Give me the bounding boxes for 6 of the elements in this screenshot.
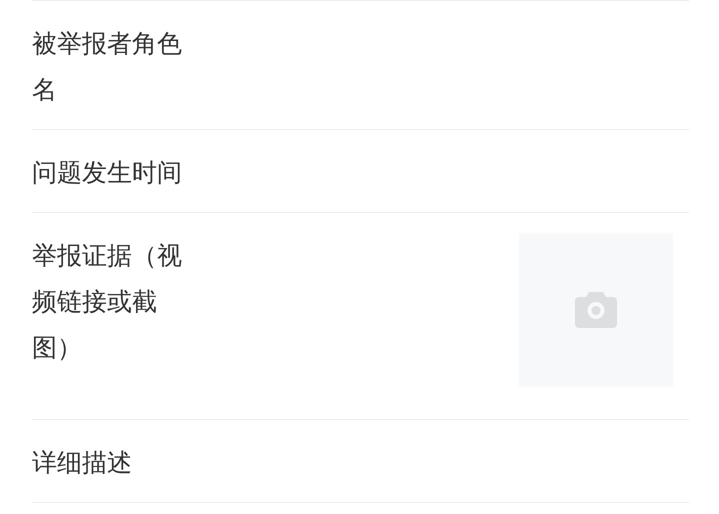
field-label: 详细描述 xyxy=(32,447,133,479)
field-label: 被举报者角色名 xyxy=(32,28,183,106)
field-label: 举报证据（视频链接或截图） xyxy=(32,240,183,364)
camera-icon xyxy=(575,292,617,328)
field-label: 问题发生时间 xyxy=(32,157,183,189)
image-upload-button[interactable] xyxy=(519,233,673,387)
